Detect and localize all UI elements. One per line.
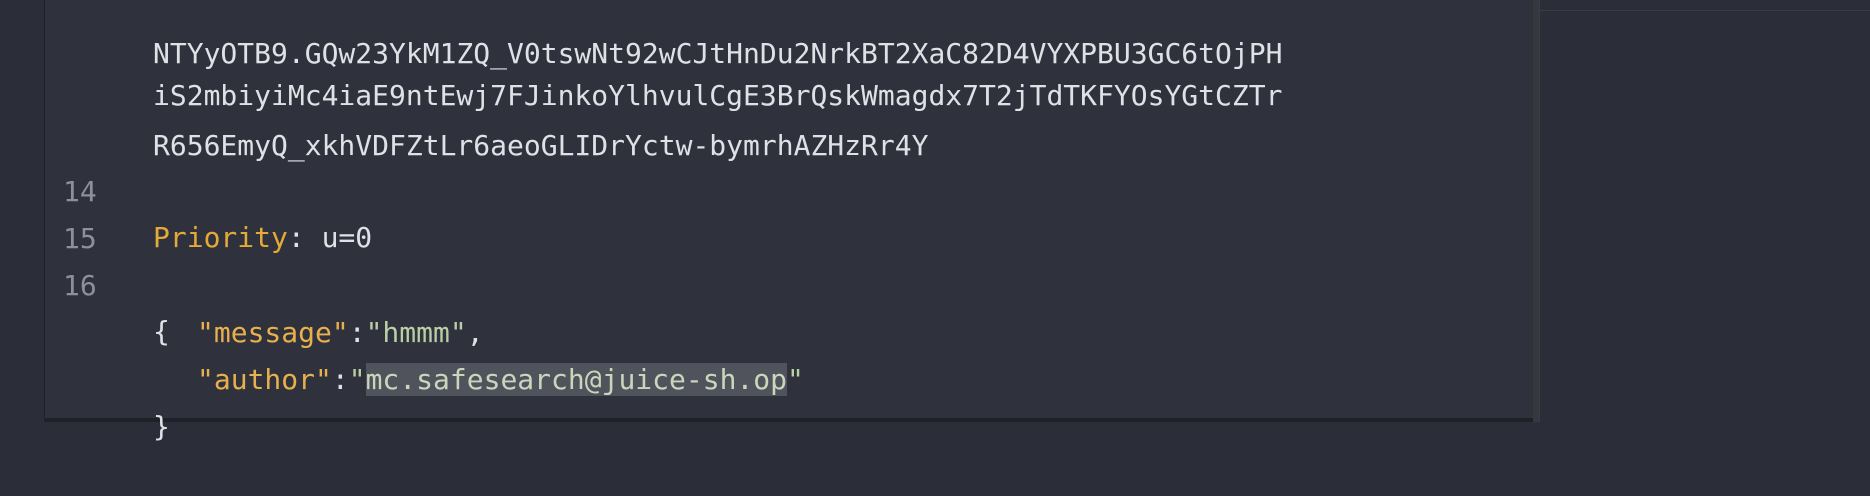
code-line-wrapped-2: iS2mbiyiMc4iaE9ntEwj7FJinkoYlhvulCgE3BrQ… xyxy=(45,27,1533,112)
panel-divider[interactable] xyxy=(1539,0,1540,422)
inspector-panel xyxy=(1539,0,1870,422)
code-line-16: 16 { xyxy=(45,217,1533,348)
left-margin xyxy=(0,0,45,422)
panel-header-strip xyxy=(1539,0,1870,11)
json-close-brace: } xyxy=(153,410,170,443)
code-line-wrapped-3: R656EmyQ_xkhVDFZtLr6aeoGLIDrYctw-bymrhAZ… xyxy=(45,77,1533,162)
json-line-close: } xyxy=(45,358,1533,443)
json-line-message: "message":"hmmm", xyxy=(45,264,1533,349)
request-editor[interactable]: NTYyOTB9.GQw23YkM1ZQ_V0tswNt92wCJtHnDu2N… xyxy=(45,0,1533,443)
json-line-author: "author":"mc.safesearch@juice-sh.op" xyxy=(45,311,1533,396)
code-line-14: 14 Priority: u=0 xyxy=(45,123,1533,254)
code-line-15: 15 xyxy=(45,170,1533,255)
